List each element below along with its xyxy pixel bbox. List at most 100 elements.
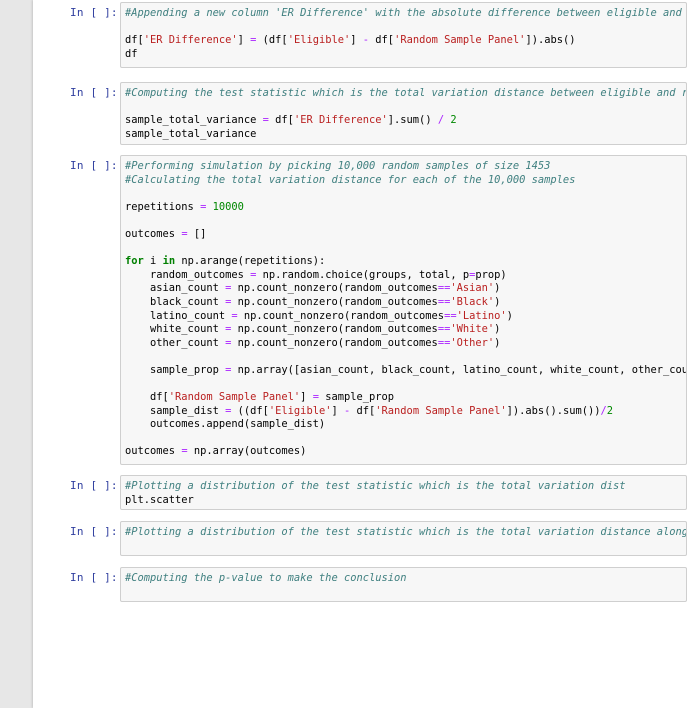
code-token: np.count_nonzero(random_outcomes <box>237 309 445 322</box>
code-line: other_count = np.count_nonzero(random_ou… <box>125 337 686 351</box>
code-token: 'Eligible' <box>268 404 332 417</box>
code-token: df <box>125 47 138 60</box>
code-text[interactable]: #Computing the test statistic which is t… <box>121 83 686 141</box>
cell-prompt: In [ ]: <box>70 525 118 538</box>
code-token: 'Other' <box>450 336 495 349</box>
code-line: #Computing the p-value to make the concl… <box>125 572 686 586</box>
code-token: np.count_nonzero(random_outcomes <box>231 282 438 295</box>
code-token: i <box>143 255 163 268</box>
code-editor[interactable]: #Computing the test statistic which is t… <box>120 82 687 145</box>
code-editor[interactable]: #Plotting a distribution of the test sta… <box>120 521 687 556</box>
code-line: sample_total_variance = df['ER Differenc… <box>125 114 686 128</box>
code-token: outcomes <box>125 227 182 240</box>
code-token: 'ER Difference' <box>143 34 238 47</box>
code-token: ) <box>494 295 501 308</box>
code-comment: #Plotting a distribution of the test sta… <box>125 480 626 492</box>
code-token: ) <box>506 309 513 322</box>
code-token: 'Random Sample Panel' <box>168 391 301 404</box>
code-line: outcomes = np.array(outcomes) <box>125 445 686 459</box>
code-text[interactable]: #Computing the p-value to make the concl… <box>121 568 686 599</box>
code-editor[interactable]: #Computing the p-value to make the concl… <box>120 567 687 602</box>
code-line: #Appending a new column 'ER Difference' … <box>125 7 686 21</box>
code-token: == <box>437 282 451 295</box>
code-comment: #Calculating the total variation distanc… <box>125 173 576 186</box>
code-text[interactable]: #Performing simulation by picking 10,000… <box>121 156 686 459</box>
cell-prompt: In [ ]: <box>70 6 118 19</box>
code-editor[interactable]: #Plotting a distribution of the test sta… <box>120 475 687 510</box>
code-token: df[ <box>369 34 395 47</box>
code-token: prop) <box>475 268 507 281</box>
cell-prompt: In [ ]: <box>70 159 118 172</box>
code-token: == <box>437 323 451 336</box>
code-token: == <box>437 295 451 308</box>
code-line: sample_total_variance <box>125 128 686 142</box>
code-text[interactable]: #Plotting a distribution of the test sta… <box>121 522 686 553</box>
code-line: sample_dist = ((df['Eligible'] - df['Ran… <box>125 405 686 419</box>
code-token: ((df[ <box>231 404 269 417</box>
code-token: outcomes.append(sample_dist) <box>125 418 326 431</box>
code-line: #Calculating the total variation distanc… <box>125 174 686 188</box>
code-token: ]).abs() <box>525 34 576 47</box>
code-token: sample_prop <box>318 391 395 404</box>
code-token: np.count_nonzero(random_outcomes <box>231 336 438 349</box>
code-line: #Computing the test statistic which is t… <box>125 87 686 101</box>
code-token: 2 <box>606 404 614 417</box>
code-token: (df[ <box>256 34 288 47</box>
code-token: 'Random Sample Panel' <box>375 404 507 417</box>
code-comment: #Performing simulation by picking 10,000… <box>125 160 551 172</box>
code-token: sample_total_variance <box>125 114 263 127</box>
code-token: latino_count <box>125 309 232 322</box>
code-token: df[ <box>125 34 144 47</box>
code-token: plt.scatter <box>125 493 194 506</box>
code-line: white_count = np.count_nonzero(random_ou… <box>125 323 686 337</box>
cell-prompt: In [ ]: <box>70 571 118 584</box>
code-line: #Performing simulation by picking 10,000… <box>125 160 686 174</box>
code-token: random_outcomes <box>125 268 251 281</box>
code-comment: #Appending a new column 'ER Difference' … <box>125 7 687 19</box>
code-token: np.arange(repetitions): <box>175 255 326 268</box>
code-token: 'Random Sample Panel' <box>394 34 526 47</box>
code-token: 2 <box>450 114 457 127</box>
code-token: np.array(outcomes) <box>187 445 307 458</box>
code-token: ] <box>331 404 344 417</box>
code-line: df['Random Sample Panel'] = sample_prop <box>125 391 686 405</box>
code-token: sample_total_variance <box>125 127 257 140</box>
code-token: repetitions <box>125 200 201 213</box>
code-token: in <box>162 255 176 268</box>
code-token: np.count_nonzero(random_outcomes <box>231 323 438 336</box>
code-token: ] <box>350 34 363 47</box>
code-token: np.random.choice(groups, total, p <box>256 268 470 281</box>
code-token: ].sum() <box>387 114 438 127</box>
code-line: df <box>125 48 686 62</box>
code-text[interactable]: #Appending a new column 'ER Difference' … <box>121 3 686 61</box>
code-token: for <box>125 255 144 268</box>
notebook-container: In [ ]: #Appending a new column 'ER Diff… <box>33 0 687 708</box>
code-token: np.array([asian_count, black_count, lati… <box>231 363 687 376</box>
code-editor[interactable]: #Performing simulation by picking 10,000… <box>120 155 687 465</box>
code-token: df[ <box>125 391 169 404</box>
code-token: asian_count <box>125 282 226 295</box>
code-line: black_count = np.count_nonzero(random_ou… <box>125 296 686 310</box>
code-editor[interactable]: #Appending a new column 'ER Difference' … <box>120 2 687 68</box>
code-token: white_count <box>125 323 226 336</box>
code-token: 'White' <box>450 323 495 336</box>
code-token: 'Black' <box>450 295 495 308</box>
code-token: 10000 <box>212 200 244 213</box>
code-token: np.count_nonzero(random_outcomes <box>231 295 438 308</box>
code-line: df['ER Difference'] = (df['Eligible'] - … <box>125 34 686 48</box>
code-line: #Plotting a distribution of the test sta… <box>125 526 686 540</box>
code-token: [] <box>187 227 207 240</box>
cell-prompt: In [ ]: <box>70 86 118 99</box>
code-line: outcomes.append(sample_dist) <box>125 418 686 432</box>
code-line: #Plotting a distribution of the test sta… <box>125 480 686 494</box>
code-text[interactable]: #Plotting a distribution of the test sta… <box>121 476 686 507</box>
code-token: ] <box>300 391 313 404</box>
code-token: other_count <box>125 336 226 349</box>
code-token: ) <box>494 282 501 295</box>
